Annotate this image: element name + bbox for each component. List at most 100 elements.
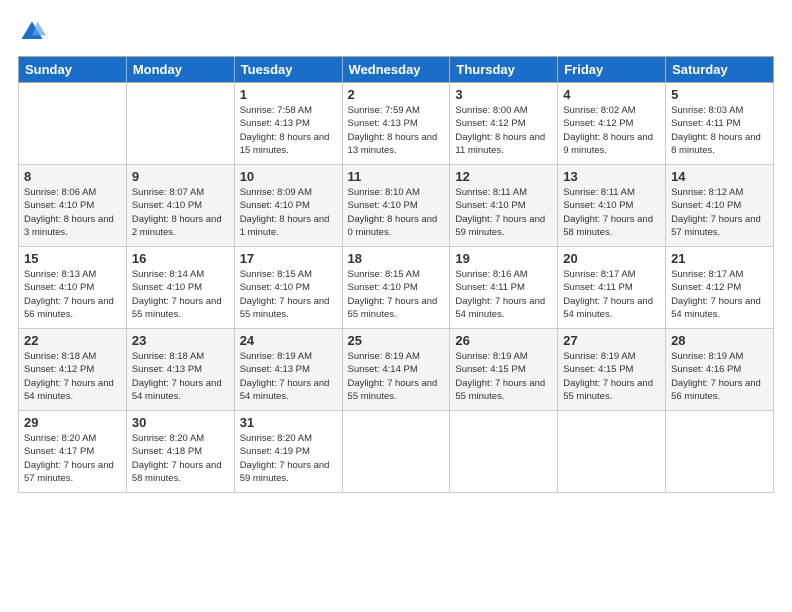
day-info: Sunrise: 8:13 AMSunset: 4:10 PMDaylight:… bbox=[24, 269, 114, 320]
calendar-cell bbox=[342, 411, 450, 493]
day-info: Sunrise: 8:18 AMSunset: 4:12 PMDaylight:… bbox=[24, 351, 114, 402]
day-info: Sunrise: 8:12 AMSunset: 4:10 PMDaylight:… bbox=[671, 187, 761, 238]
calendar-cell: 23 Sunrise: 8:18 AMSunset: 4:13 PMDaylig… bbox=[126, 329, 234, 411]
day-number: 20 bbox=[563, 251, 660, 266]
calendar-cell: 27 Sunrise: 8:19 AMSunset: 4:15 PMDaylig… bbox=[558, 329, 666, 411]
day-number: 3 bbox=[455, 87, 552, 102]
calendar-cell: 15 Sunrise: 8:13 AMSunset: 4:10 PMDaylig… bbox=[19, 247, 127, 329]
calendar-cell: 22 Sunrise: 8:18 AMSunset: 4:12 PMDaylig… bbox=[19, 329, 127, 411]
calendar-cell: 8 Sunrise: 8:06 AMSunset: 4:10 PMDayligh… bbox=[19, 165, 127, 247]
calendar-week-row: 8 Sunrise: 8:06 AMSunset: 4:10 PMDayligh… bbox=[19, 165, 774, 247]
day-info: Sunrise: 8:02 AMSunset: 4:12 PMDaylight:… bbox=[563, 105, 653, 156]
calendar-cell: 19 Sunrise: 8:16 AMSunset: 4:11 PMDaylig… bbox=[450, 247, 558, 329]
day-number: 21 bbox=[671, 251, 768, 266]
page: SundayMondayTuesdayWednesdayThursdayFrid… bbox=[0, 0, 792, 612]
day-header-thursday: Thursday bbox=[450, 57, 558, 83]
day-header-saturday: Saturday bbox=[666, 57, 774, 83]
calendar-cell: 1 Sunrise: 7:58 AMSunset: 4:13 PMDayligh… bbox=[234, 83, 342, 165]
calendar-cell: 4 Sunrise: 8:02 AMSunset: 4:12 PMDayligh… bbox=[558, 83, 666, 165]
day-info: Sunrise: 8:17 AMSunset: 4:12 PMDaylight:… bbox=[671, 269, 761, 320]
calendar-week-row: 15 Sunrise: 8:13 AMSunset: 4:10 PMDaylig… bbox=[19, 247, 774, 329]
calendar-cell: 2 Sunrise: 7:59 AMSunset: 4:13 PMDayligh… bbox=[342, 83, 450, 165]
calendar-week-row: 22 Sunrise: 8:18 AMSunset: 4:12 PMDaylig… bbox=[19, 329, 774, 411]
calendar-cell bbox=[558, 411, 666, 493]
calendar-cell: 16 Sunrise: 8:14 AMSunset: 4:10 PMDaylig… bbox=[126, 247, 234, 329]
calendar-cell: 13 Sunrise: 8:11 AMSunset: 4:10 PMDaylig… bbox=[558, 165, 666, 247]
calendar-cell: 30 Sunrise: 8:20 AMSunset: 4:18 PMDaylig… bbox=[126, 411, 234, 493]
day-number: 17 bbox=[240, 251, 337, 266]
calendar-cell: 28 Sunrise: 8:19 AMSunset: 4:16 PMDaylig… bbox=[666, 329, 774, 411]
day-number: 30 bbox=[132, 415, 229, 430]
calendar-cell: 18 Sunrise: 8:15 AMSunset: 4:10 PMDaylig… bbox=[342, 247, 450, 329]
day-info: Sunrise: 8:07 AMSunset: 4:10 PMDaylight:… bbox=[132, 187, 222, 238]
day-number: 10 bbox=[240, 169, 337, 184]
day-number: 14 bbox=[671, 169, 768, 184]
calendar-cell bbox=[126, 83, 234, 165]
day-info: Sunrise: 7:58 AMSunset: 4:13 PMDaylight:… bbox=[240, 105, 330, 156]
day-number: 26 bbox=[455, 333, 552, 348]
calendar-week-row: 1 Sunrise: 7:58 AMSunset: 4:13 PMDayligh… bbox=[19, 83, 774, 165]
calendar-cell: 17 Sunrise: 8:15 AMSunset: 4:10 PMDaylig… bbox=[234, 247, 342, 329]
day-number: 1 bbox=[240, 87, 337, 102]
day-number: 11 bbox=[348, 169, 445, 184]
day-info: Sunrise: 8:19 AMSunset: 4:13 PMDaylight:… bbox=[240, 351, 330, 402]
day-info: Sunrise: 8:06 AMSunset: 4:10 PMDaylight:… bbox=[24, 187, 114, 238]
day-info: Sunrise: 8:19 AMSunset: 4:14 PMDaylight:… bbox=[348, 351, 438, 402]
day-info: Sunrise: 8:16 AMSunset: 4:11 PMDaylight:… bbox=[455, 269, 545, 320]
day-info: Sunrise: 8:09 AMSunset: 4:10 PMDaylight:… bbox=[240, 187, 330, 238]
day-info: Sunrise: 8:20 AMSunset: 4:17 PMDaylight:… bbox=[24, 433, 114, 484]
day-number: 9 bbox=[132, 169, 229, 184]
day-number: 29 bbox=[24, 415, 121, 430]
calendar-cell: 24 Sunrise: 8:19 AMSunset: 4:13 PMDaylig… bbox=[234, 329, 342, 411]
day-number: 4 bbox=[563, 87, 660, 102]
day-number: 15 bbox=[24, 251, 121, 266]
day-info: Sunrise: 8:10 AMSunset: 4:10 PMDaylight:… bbox=[348, 187, 438, 238]
day-info: Sunrise: 8:18 AMSunset: 4:13 PMDaylight:… bbox=[132, 351, 222, 402]
day-number: 22 bbox=[24, 333, 121, 348]
day-info: Sunrise: 8:14 AMSunset: 4:10 PMDaylight:… bbox=[132, 269, 222, 320]
day-info: Sunrise: 8:03 AMSunset: 4:11 PMDaylight:… bbox=[671, 105, 761, 156]
calendar-cell: 20 Sunrise: 8:17 AMSunset: 4:11 PMDaylig… bbox=[558, 247, 666, 329]
day-number: 16 bbox=[132, 251, 229, 266]
day-info: Sunrise: 8:15 AMSunset: 4:10 PMDaylight:… bbox=[240, 269, 330, 320]
day-info: Sunrise: 7:59 AMSunset: 4:13 PMDaylight:… bbox=[348, 105, 438, 156]
day-info: Sunrise: 8:11 AMSunset: 4:10 PMDaylight:… bbox=[563, 187, 653, 238]
logo-icon bbox=[18, 18, 46, 46]
calendar-cell: 14 Sunrise: 8:12 AMSunset: 4:10 PMDaylig… bbox=[666, 165, 774, 247]
day-number: 27 bbox=[563, 333, 660, 348]
day-header-friday: Friday bbox=[558, 57, 666, 83]
calendar-cell: 12 Sunrise: 8:11 AMSunset: 4:10 PMDaylig… bbox=[450, 165, 558, 247]
day-header-monday: Monday bbox=[126, 57, 234, 83]
day-number: 28 bbox=[671, 333, 768, 348]
calendar-cell: 31 Sunrise: 8:20 AMSunset: 4:19 PMDaylig… bbox=[234, 411, 342, 493]
calendar-cell: 25 Sunrise: 8:19 AMSunset: 4:14 PMDaylig… bbox=[342, 329, 450, 411]
day-number: 2 bbox=[348, 87, 445, 102]
calendar-cell: 5 Sunrise: 8:03 AMSunset: 4:11 PMDayligh… bbox=[666, 83, 774, 165]
logo bbox=[18, 18, 50, 46]
calendar-cell: 29 Sunrise: 8:20 AMSunset: 4:17 PMDaylig… bbox=[19, 411, 127, 493]
calendar-header-row: SundayMondayTuesdayWednesdayThursdayFrid… bbox=[19, 57, 774, 83]
calendar-cell: 3 Sunrise: 8:00 AMSunset: 4:12 PMDayligh… bbox=[450, 83, 558, 165]
calendar-cell: 26 Sunrise: 8:19 AMSunset: 4:15 PMDaylig… bbox=[450, 329, 558, 411]
calendar-cell: 10 Sunrise: 8:09 AMSunset: 4:10 PMDaylig… bbox=[234, 165, 342, 247]
calendar-cell bbox=[19, 83, 127, 165]
day-header-wednesday: Wednesday bbox=[342, 57, 450, 83]
day-number: 23 bbox=[132, 333, 229, 348]
day-number: 5 bbox=[671, 87, 768, 102]
day-number: 24 bbox=[240, 333, 337, 348]
calendar-table: SundayMondayTuesdayWednesdayThursdayFrid… bbox=[18, 56, 774, 493]
header bbox=[18, 18, 774, 46]
day-info: Sunrise: 8:11 AMSunset: 4:10 PMDaylight:… bbox=[455, 187, 545, 238]
day-info: Sunrise: 8:20 AMSunset: 4:19 PMDaylight:… bbox=[240, 433, 330, 484]
day-number: 12 bbox=[455, 169, 552, 184]
calendar-cell: 11 Sunrise: 8:10 AMSunset: 4:10 PMDaylig… bbox=[342, 165, 450, 247]
day-number: 13 bbox=[563, 169, 660, 184]
calendar-cell bbox=[450, 411, 558, 493]
day-number: 31 bbox=[240, 415, 337, 430]
calendar-cell bbox=[666, 411, 774, 493]
calendar-week-row: 29 Sunrise: 8:20 AMSunset: 4:17 PMDaylig… bbox=[19, 411, 774, 493]
calendar-cell: 21 Sunrise: 8:17 AMSunset: 4:12 PMDaylig… bbox=[666, 247, 774, 329]
day-header-sunday: Sunday bbox=[19, 57, 127, 83]
day-info: Sunrise: 8:19 AMSunset: 4:16 PMDaylight:… bbox=[671, 351, 761, 402]
day-number: 19 bbox=[455, 251, 552, 266]
